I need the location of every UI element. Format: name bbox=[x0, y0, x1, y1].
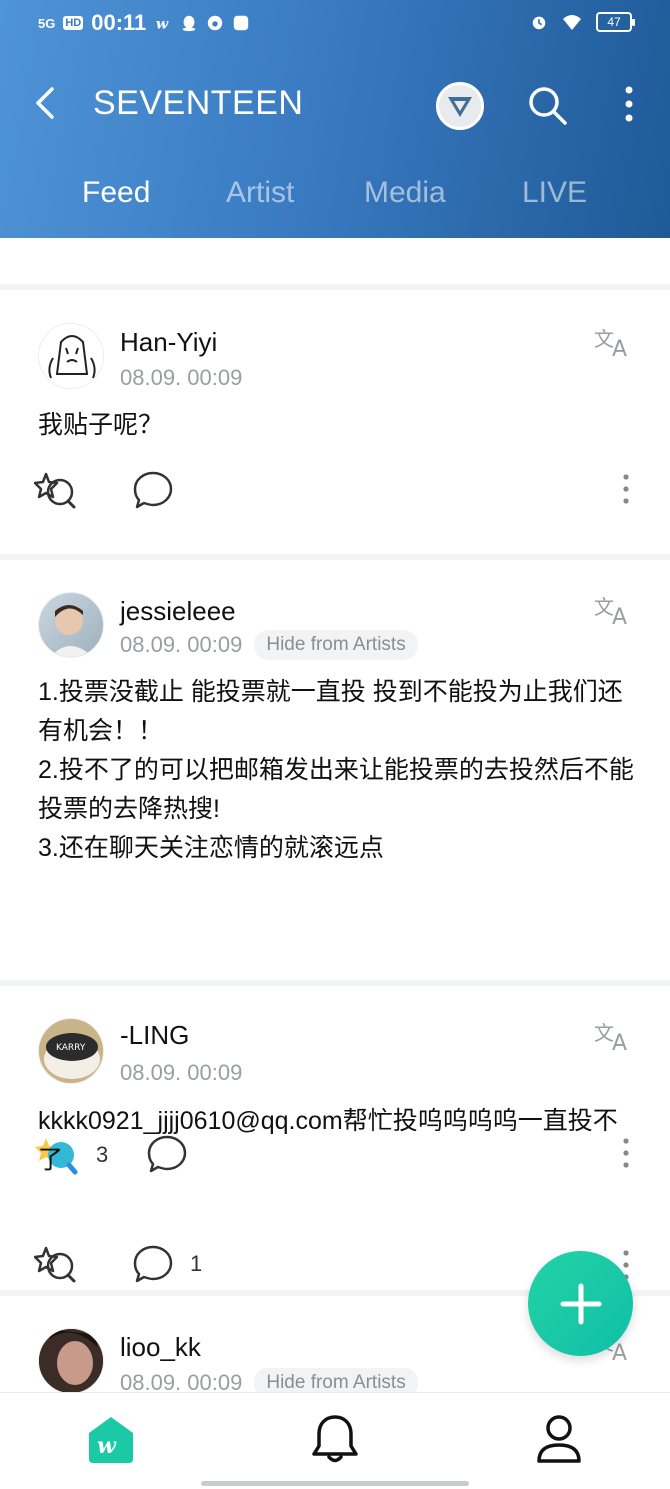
like-icon bbox=[34, 472, 76, 509]
avatar[interactable] bbox=[38, 592, 104, 658]
svg-text:w: w bbox=[97, 1433, 117, 1459]
search-icon[interactable] bbox=[526, 84, 568, 126]
svg-text:KARRY: KARRY bbox=[56, 1043, 86, 1053]
tab-bar: Feed Artist Media LIVE bbox=[0, 176, 670, 220]
network-indicator: 5G bbox=[38, 15, 56, 31]
post-more-icon[interactable] bbox=[616, 472, 636, 506]
tab-media[interactable]: Media bbox=[364, 176, 446, 210]
plus-icon bbox=[560, 1283, 601, 1324]
svg-text:文: 文 bbox=[594, 595, 614, 619]
post-date: 08.09. 00:09 bbox=[120, 632, 243, 657]
translate-icon[interactable]: 文A bbox=[594, 1020, 634, 1052]
svg-text:A: A bbox=[612, 605, 627, 626]
like-icon bbox=[34, 1246, 76, 1283]
hd-badge: HD bbox=[63, 16, 84, 30]
post-meta: 08.09. 00:09 bbox=[120, 1060, 242, 1086]
create-post-button[interactable] bbox=[528, 1251, 633, 1356]
svg-text:A: A bbox=[612, 1031, 627, 1052]
like-button[interactable] bbox=[34, 1244, 94, 1284]
post-meta: 08.09. 00:09 Hide from Artists bbox=[120, 1368, 418, 1392]
bottom-navigation: w bbox=[0, 1392, 670, 1489]
post-date: 08.09. 00:09 bbox=[120, 1370, 243, 1392]
status-time: 00:11 bbox=[91, 10, 147, 35]
translate-icon[interactable]: 文A bbox=[594, 326, 634, 358]
app-notification-icon bbox=[208, 15, 223, 31]
avatar[interactable]: KARRY bbox=[38, 1018, 104, 1084]
svg-text:文: 文 bbox=[594, 327, 614, 351]
profile-icon[interactable] bbox=[533, 1413, 585, 1465]
post-username[interactable]: lioo_kk bbox=[120, 1332, 201, 1363]
app-header: 5G HD 00:11 w 47 SEVENTEEN Feed Artist M… bbox=[0, 0, 670, 238]
svg-text:A: A bbox=[612, 1341, 627, 1362]
post-divider bbox=[0, 980, 670, 986]
like-button[interactable] bbox=[34, 470, 94, 510]
svg-text:A: A bbox=[612, 337, 627, 358]
alarm-icon bbox=[532, 16, 546, 30]
post-date: 08.09. 00:09 bbox=[120, 1060, 243, 1085]
weverse-notification-icon: w bbox=[156, 15, 169, 32]
tab-live[interactable]: LIVE bbox=[522, 176, 587, 210]
qq-icon bbox=[182, 15, 196, 32]
post-username[interactable]: -LING bbox=[120, 1020, 189, 1051]
status-bar: 5G HD 00:11 w 47 bbox=[0, 0, 670, 52]
back-arrow-icon[interactable] bbox=[28, 85, 64, 121]
wifi-icon bbox=[563, 15, 581, 30]
post-text: 我贴子呢？ bbox=[38, 411, 164, 439]
svg-text:w: w bbox=[156, 15, 169, 32]
comment-count: 1 bbox=[190, 1251, 203, 1276]
svg-text:文: 文 bbox=[594, 1021, 614, 1045]
post-username[interactable]: jessieleee bbox=[120, 596, 236, 627]
artist-logo-button[interactable] bbox=[436, 82, 484, 130]
comment-icon bbox=[133, 1245, 173, 1283]
comment-button[interactable] bbox=[132, 470, 190, 510]
message-notification-icon bbox=[234, 15, 249, 31]
weverse-home-icon[interactable]: w bbox=[85, 1413, 137, 1465]
post-meta: 08.09. 00:09 bbox=[120, 365, 242, 391]
post-date: 08.09. 00:09 bbox=[120, 365, 243, 390]
avatar[interactable] bbox=[38, 323, 104, 389]
translate-icon[interactable]: 文A bbox=[594, 594, 634, 626]
system-home-indicator[interactable] bbox=[201, 1481, 469, 1486]
page-title: SEVENTEEN bbox=[93, 84, 304, 122]
avatar[interactable] bbox=[38, 1328, 104, 1392]
post-meta: 08.09. 00:09 Hide from Artists bbox=[120, 630, 418, 660]
seventeen-logo-icon bbox=[448, 97, 472, 117]
battery-indicator: 47 bbox=[596, 12, 635, 32]
more-vertical-icon[interactable] bbox=[618, 84, 640, 126]
comment-button[interactable]: 1 bbox=[132, 1244, 202, 1284]
top-bar: SEVENTEEN bbox=[0, 70, 670, 140]
post-text: 1.投票没截止 能投票就一直投 投到不能投为止我们还有机会！！ 2.投不了的可以… bbox=[38, 678, 634, 862]
post-text: kkkk0921_jjjj0610@qq.com帮忙投呜呜呜呜一直投不了 bbox=[38, 1107, 618, 1174]
comment-icon bbox=[133, 471, 173, 509]
post-username[interactable]: Han-Yiyi bbox=[120, 327, 217, 358]
hide-from-artists-badge: Hide from Artists bbox=[254, 1368, 418, 1392]
tab-feed[interactable]: Feed bbox=[82, 176, 150, 210]
post-divider bbox=[0, 554, 670, 560]
feed-list[interactable]: Han-Yiyi 08.09. 00:09 文A 我贴子呢？ jessielee… bbox=[0, 238, 670, 1392]
tab-artist[interactable]: Artist bbox=[226, 176, 294, 210]
hide-from-artists-badge: Hide from Artists bbox=[254, 630, 418, 660]
bell-icon[interactable] bbox=[309, 1413, 361, 1465]
post-divider bbox=[0, 284, 670, 290]
